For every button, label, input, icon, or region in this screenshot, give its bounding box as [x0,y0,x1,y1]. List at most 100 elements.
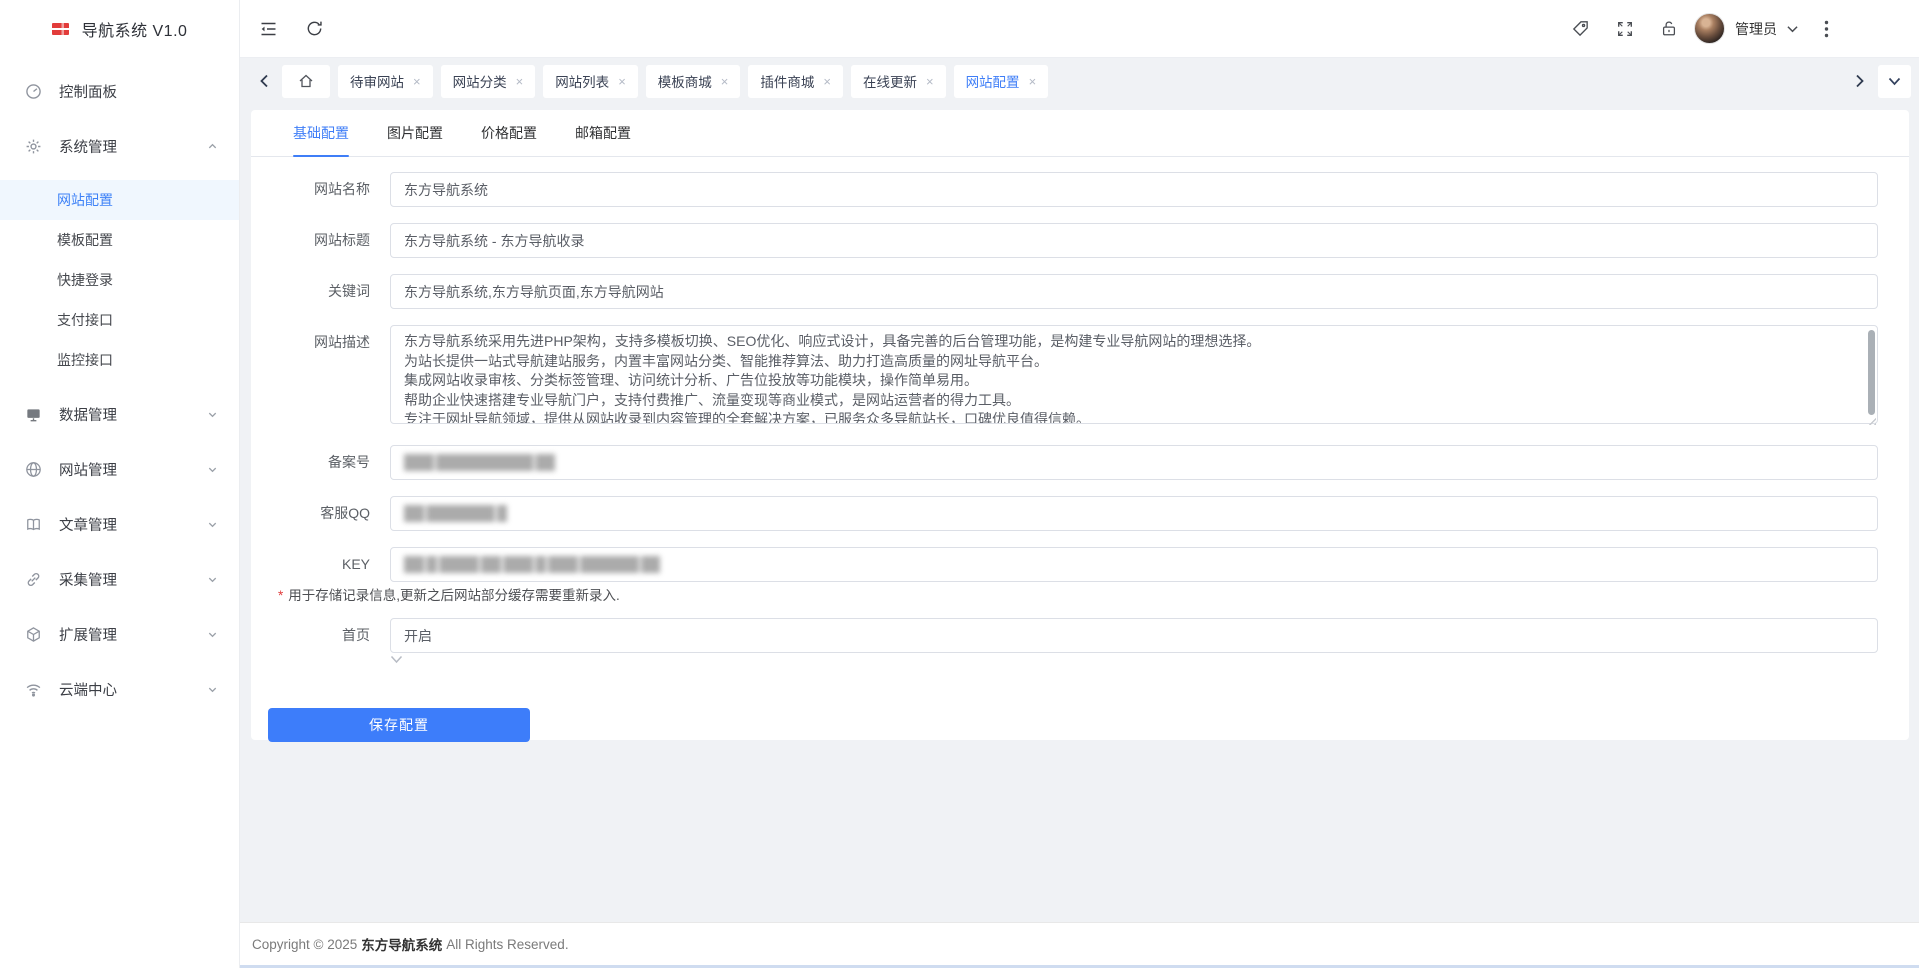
sidebar-item-monitor-api[interactable]: 监控接口 [0,340,239,380]
redacted-value: ██ █ ████ ██ ███ █ ███ ██████ ██ [404,556,660,573]
form-row-qq: 客服QQ ██ ███████ █ [251,496,1909,531]
sidebar-item-label: 快捷登录 [57,270,113,290]
tab-site-config[interactable]: 网站配置 × [954,65,1049,98]
site-name-input[interactable] [390,172,1878,207]
form-row-keywords: 关键词 [251,274,1909,309]
close-icon[interactable]: × [823,74,831,89]
close-icon[interactable]: × [721,74,729,89]
sidebar-item-label: 云端中心 [59,679,117,700]
kebab-menu-icon[interactable] [1824,20,1829,38]
description-textarea[interactable]: 东方导航系统采用先进PHP架构，支持多模板切换、SEO优化、响应式设计，具备完善… [390,325,1878,424]
tabs-dropdown-button[interactable] [1878,65,1911,98]
keywords-label: 关键词 [251,274,370,309]
tab-plugin-store[interactable]: 插件商城 × [748,65,843,98]
chevron-down-icon [207,629,218,640]
home-icon [298,73,314,89]
tab-label: 价格配置 [481,123,537,143]
tabs-scroll-left-icon[interactable] [258,74,270,88]
sidebar-item-collect[interactable]: 采集管理 [0,552,239,607]
homepage-select[interactable]: 开启 [390,618,1878,653]
top-header: 管理员 [240,0,1919,57]
fold-sidebar-icon[interactable] [258,19,279,39]
refresh-icon[interactable] [305,19,324,38]
flag-logo-icon [52,23,69,35]
fullscreen-icon[interactable] [1616,20,1634,38]
copyright-left: Copyright © 2025 [252,937,357,952]
page-tabs-bar: 待审网站 × 网站分类 × 网站列表 × 模板商城 × 插件商城 × 在线更新 … [240,57,1919,104]
close-icon[interactable]: × [618,74,626,89]
basic-config-form: 网站名称 网站标题 关键词 网站描述 东方导航系统采用先进PHP架构，支持多模板… [251,157,1909,742]
tab-pending-sites[interactable]: 待审网站 × [338,65,433,98]
form-row-site-title: 网站标题 [251,223,1909,258]
sidebar-item-label: 文章管理 [59,514,117,535]
close-icon[interactable]: × [413,74,421,89]
cube-icon [25,626,42,643]
key-input[interactable]: ██ █ ████ ██ ███ █ ███ ██████ ██ [390,547,1878,582]
key-label: KEY [251,547,370,582]
chevron-down-icon [207,519,218,530]
gear-icon [25,138,42,155]
tab-mail-config[interactable]: 邮箱配置 [575,110,631,156]
form-row-beian: 备案号 ███ ██████████ ██ [251,445,1909,480]
tab-site-list[interactable]: 网站列表 × [543,65,638,98]
description-label: 网站描述 [251,325,370,427]
sidebar-item-payment-api[interactable]: 支付接口 [0,300,239,340]
beian-input[interactable]: ███ ██████████ ██ [390,445,1878,480]
app-title: 导航系统 V1.0 [82,17,188,41]
chevron-down-icon [390,653,403,666]
sidebar-item-article[interactable]: 文章管理 [0,497,239,552]
tab-home[interactable] [282,65,330,98]
sidebar-item-label: 数据管理 [59,404,117,425]
app-logo: 导航系统 V1.0 [0,0,239,57]
avatar[interactable] [1694,13,1725,44]
sidebar-item-website[interactable]: 网站管理 [0,442,239,497]
lock-icon[interactable] [1660,19,1678,38]
sidebar-item-site-config[interactable]: 网站配置 [0,180,239,220]
sidebar-item-quick-login[interactable]: 快捷登录 [0,260,239,300]
tab-online-update[interactable]: 在线更新 × [851,65,946,98]
link-icon [25,571,42,588]
textarea-scrollbar-thumb[interactable] [1868,330,1875,415]
sidebar-item-template-config[interactable]: 模板配置 [0,220,239,260]
sidebar-item-label: 系统管理 [59,136,117,157]
sidebar-item-dashboard[interactable]: 控制面板 [0,64,239,119]
site-title-input[interactable] [390,223,1878,258]
chevron-down-icon [207,464,218,475]
sidebar-item-label: 控制面板 [59,81,117,102]
sidebar-item-label: 扩展管理 [59,624,117,645]
tab-basic-config[interactable]: 基础配置 [293,110,349,156]
sidebar-item-extension[interactable]: 扩展管理 [0,607,239,662]
homepage-label: 首页 [251,618,370,666]
sidebar-item-label: 采集管理 [59,569,117,590]
sidebar: 导航系统 V1.0 控制面板 系统管理 网站配置 模板配置 快捷登 [0,0,240,968]
chevron-down-icon [207,409,218,420]
keywords-input[interactable] [390,274,1878,309]
tab-site-categories[interactable]: 网站分类 × [441,65,536,98]
qq-input[interactable]: ██ ███████ █ [390,496,1878,531]
sidebar-item-system[interactable]: 系统管理 [0,119,239,174]
close-icon[interactable]: × [926,74,934,89]
tab-template-store[interactable]: 模板商城 × [646,65,741,98]
tag-icon[interactable] [1571,19,1590,38]
tab-label: 基础配置 [293,123,349,143]
sidebar-item-cloud[interactable]: 云端中心 [0,662,239,717]
save-config-button[interactable]: 保存配置 [268,708,530,742]
monitor-icon [25,406,42,423]
chevron-down-icon [207,574,218,585]
tabs-scroll-right-icon[interactable] [1854,74,1866,88]
sidebar-menu: 控制面板 系统管理 网站配置 模板配置 快捷登录 支付接口 [0,57,239,717]
sidebar-item-label: 网站管理 [59,459,117,480]
tab-image-config[interactable]: 图片配置 [387,110,443,156]
close-icon[interactable]: × [516,74,524,89]
globe-icon [25,461,42,478]
user-menu[interactable]: 管理员 [1694,13,1798,44]
close-icon[interactable]: × [1029,74,1037,89]
hint-text: 用于存储记录信息,更新之后网站部分缓存需要重新录入. [288,588,620,603]
site-title-label: 网站标题 [251,223,370,258]
sidebar-item-data[interactable]: 数据管理 [0,387,239,442]
sidebar-item-label: 监控接口 [57,350,113,370]
sidebar-item-label: 网站配置 [57,190,113,210]
site-name-label: 网站名称 [251,172,370,207]
tab-price-config[interactable]: 价格配置 [481,110,537,156]
tab-label: 图片配置 [387,123,443,143]
